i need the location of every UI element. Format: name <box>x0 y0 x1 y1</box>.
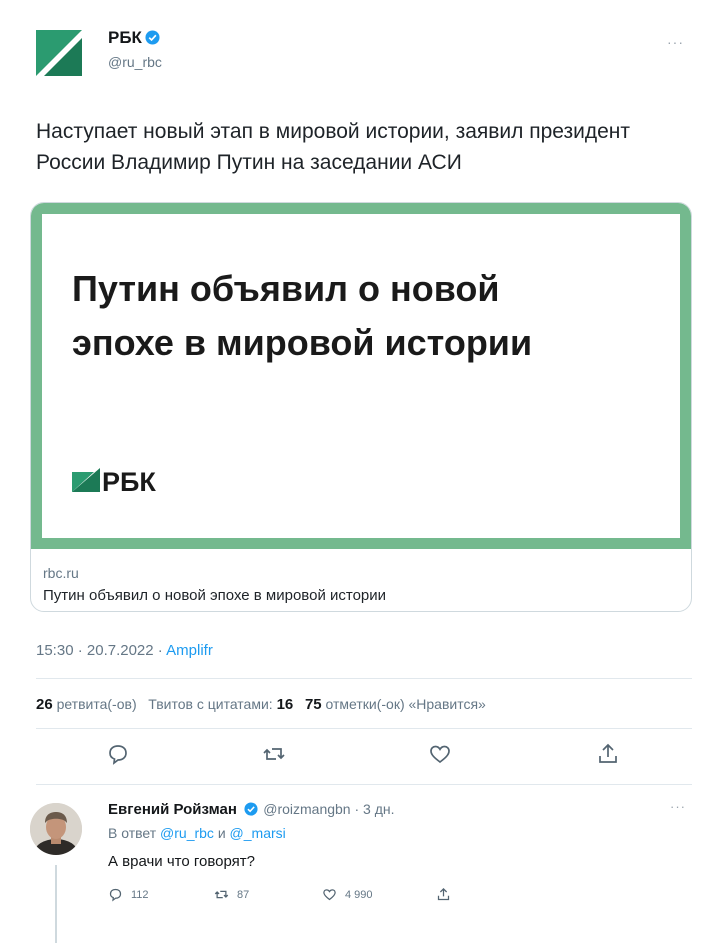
retweet-icon <box>214 890 229 899</box>
thread-line <box>55 865 57 943</box>
retweets-label: ретвита(-ов) <box>56 696 137 712</box>
reply-author-name[interactable]: Евгений Ройзман <box>108 801 237 818</box>
tweet-time[interactable]: 15:30 <box>36 642 74 659</box>
tweet-source[interactable]: Amplifr <box>166 642 213 659</box>
author-name[interactable]: РБК <box>108 28 142 47</box>
replying-to: В ответ @ru_rbc и @_marsi <box>108 825 286 841</box>
tweet-meta: 15:30 · 20.7.2022 · Amplifr <box>36 642 213 659</box>
reply-retweet-button[interactable]: 87 <box>214 887 249 907</box>
reply-handle-time[interactable]: @roizmangbn · 3 дн. <box>263 801 394 817</box>
retweet-count: 87 <box>237 888 250 901</box>
card-image: Путин объявил о новой эпохе в мировой ис… <box>31 203 691 549</box>
more-options-icon[interactable]: ··· <box>667 34 684 50</box>
card-rbc-logo: РБК <box>72 468 156 498</box>
card-title: Путин объявил о новой эпохе в мировой ис… <box>43 587 387 604</box>
share-icon[interactable] <box>596 742 620 766</box>
reply-tweet[interactable]: Евгений Ройзман @roizmangbn · 3 дн. ··· … <box>30 795 700 943</box>
like-icon <box>323 889 336 901</box>
quotes-count: 16 <box>276 696 294 713</box>
tweet-text: Наступает новый этап в мировой истории, … <box>36 120 631 174</box>
tweet-stats: 26 ретвита(-ов) Твитов с цитатами: 16 75… <box>36 696 486 713</box>
author-handle[interactable]: @ru_rbc <box>108 54 162 70</box>
likes-stat[interactable]: 75 отметки(-ок) «Нравится» <box>304 696 486 713</box>
quotes-label: Твитов с цитатами: <box>148 696 273 712</box>
mention-link[interactable]: @_marsi <box>230 825 286 841</box>
card-logo-text: РБК <box>102 467 156 497</box>
author-name-row[interactable]: РБК <box>108 28 160 48</box>
retweet-icon[interactable] <box>262 742 286 766</box>
likes-count: 75 <box>304 696 322 713</box>
like-icon[interactable] <box>428 742 452 766</box>
divider <box>36 728 692 729</box>
reply-like-button[interactable]: 4 990 <box>322 887 373 907</box>
like-count: 4 990 <box>345 888 373 901</box>
more-options-icon[interactable]: ··· <box>670 799 686 814</box>
reply-text: А врачи что говорят? <box>108 853 256 870</box>
reply-author-row[interactable]: Евгений Ройзман @roizmangbn · 3 дн. <box>108 801 395 818</box>
verified-icon <box>145 30 160 45</box>
divider <box>36 678 692 679</box>
reply-icon <box>109 888 122 902</box>
reply-reply-button[interactable]: 112 <box>108 887 149 907</box>
link-preview-card[interactable]: Путин объявил о новой эпохе в мировой ис… <box>30 202 692 612</box>
avatar[interactable] <box>30 803 82 855</box>
tweet-header: РБК @ru_rbc ··· <box>36 20 696 80</box>
reply-conj: и <box>217 825 226 841</box>
retweets-count: 26 <box>36 696 53 713</box>
rbc-logo[interactable] <box>36 30 82 76</box>
quotes-stat[interactable]: Твитов с цитатами: 16 <box>148 696 294 713</box>
retweets-stat[interactable]: 26 ретвита(-ов) <box>36 696 137 713</box>
card-headline: Путин объявил о новой эпохе в мировой ис… <box>72 262 672 370</box>
meta-separator: · <box>77 642 83 659</box>
reply-share-button[interactable] <box>436 887 451 907</box>
share-icon <box>437 887 450 901</box>
reply-icon[interactable] <box>106 742 130 766</box>
rbc-mark-icon <box>72 468 100 492</box>
tweet-actions <box>36 742 656 776</box>
meta-separator: · <box>157 642 163 659</box>
mention-link[interactable]: @ru_rbc <box>160 825 214 841</box>
card-domain: rbc.ru <box>43 565 79 581</box>
verified-icon <box>244 802 259 817</box>
card-headline-line: эпохе в мировой истории <box>72 322 533 363</box>
likes-label: отметки(-ок) «Нравится» <box>325 696 486 712</box>
divider <box>36 784 692 785</box>
reply-count: 112 <box>131 888 149 901</box>
reply-actions: 112 87 4 990 <box>108 887 468 909</box>
reply-prefix: В ответ <box>108 825 157 841</box>
card-headline-line: Путин объявил о новой <box>72 268 500 309</box>
tweet-date[interactable]: 20.7.2022 <box>87 642 154 659</box>
